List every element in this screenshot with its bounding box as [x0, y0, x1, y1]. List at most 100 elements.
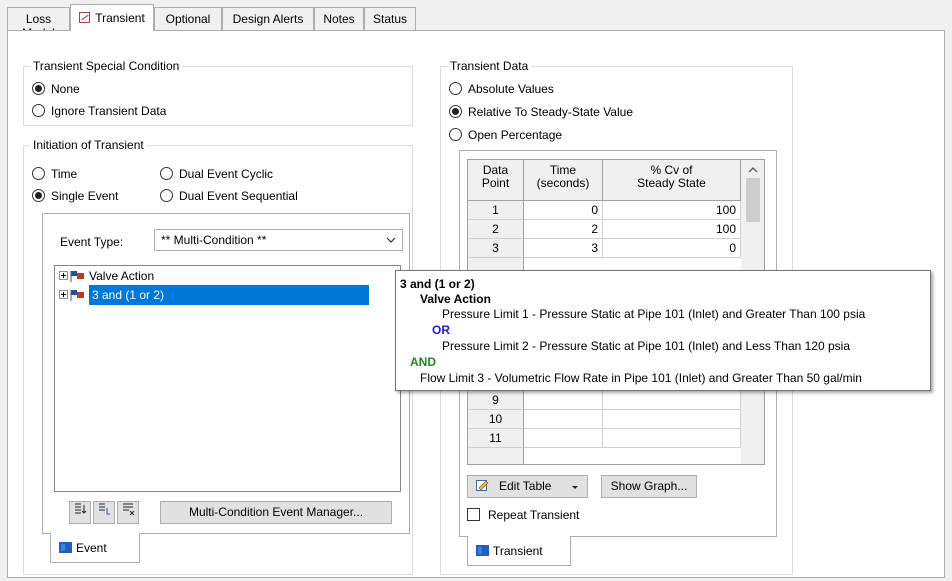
- scroll-thumb[interactable]: [746, 178, 760, 222]
- radio-single-event[interactable]: Single Event: [32, 188, 118, 204]
- tab-optional[interactable]: Optional: [154, 7, 222, 30]
- radio-selected-icon: [449, 105, 462, 118]
- event-flags-icon: [70, 290, 84, 301]
- checkbox-label: Repeat Transient: [488, 508, 580, 522]
- table-cell[interactable]: 0: [603, 239, 741, 258]
- table-cell[interactable]: [603, 391, 741, 410]
- tab-status[interactable]: Status: [364, 7, 416, 30]
- tooltip-group: Valve Action: [420, 292, 491, 306]
- radio-open-percentage[interactable]: Open Percentage: [449, 127, 562, 143]
- row-header: [468, 448, 524, 464]
- event-type-label: Event Type:: [60, 235, 124, 249]
- tooltip-and-operator: AND: [410, 355, 436, 369]
- radio-icon: [449, 128, 462, 141]
- radio-icon: [449, 82, 462, 95]
- table-cell[interactable]: [524, 410, 603, 429]
- radio-label: Relative To Steady-State Value: [468, 105, 633, 119]
- tab-label: Design Alerts: [232, 12, 304, 26]
- chart-icon: [79, 12, 91, 23]
- expand-icon[interactable]: [59, 271, 68, 280]
- add-event-icon: [75, 503, 87, 514]
- event-type-value: ** Multi-Condition **: [161, 233, 267, 247]
- edit-event-icon: [99, 503, 110, 515]
- checkbox-icon: [467, 508, 480, 521]
- tree-item-multi-condition[interactable]: 3 and (1 or 2): [59, 285, 369, 305]
- row-header: 11: [468, 429, 524, 448]
- delete-event-icon: [123, 503, 135, 516]
- transient-flag-icon: [476, 545, 489, 556]
- table-cell[interactable]: [603, 410, 741, 429]
- radio-label: Dual Event Sequential: [179, 189, 298, 203]
- row-header: 10: [468, 410, 524, 429]
- bottom-tab-label: Event: [76, 541, 107, 555]
- table-cell[interactable]: 100: [603, 220, 741, 239]
- radio-icon: [32, 104, 45, 117]
- tab-design-alerts[interactable]: Design Alerts: [222, 7, 314, 30]
- tree-item-label: Valve Action: [89, 269, 155, 283]
- radio-label: Open Percentage: [468, 128, 563, 142]
- event-tooltip: 3 and (1 or 2) Valve Action Pressure Lim…: [395, 270, 931, 391]
- column-header-cv: % Cv of Steady State: [603, 160, 741, 201]
- edit-table-icon: [476, 480, 489, 491]
- radio-absolute-values[interactable]: Absolute Values: [449, 81, 554, 97]
- edit-event-button[interactable]: [93, 501, 115, 524]
- tooltip-condition-1: Pressure Limit 1 - Pressure Static at Pi…: [442, 307, 866, 321]
- radio-label: Ignore Transient Data: [51, 104, 167, 118]
- initiation-group: Initiation of Transient Time Dual Event …: [23, 138, 413, 575]
- tree-item-label: 3 and (1 or 2): [89, 285, 369, 305]
- special-condition-group: Transient Special Condition None Ignore …: [23, 59, 413, 126]
- tab-transient[interactable]: Transient: [70, 4, 154, 31]
- table-cell[interactable]: [603, 429, 741, 448]
- tooltip-title: 3 and (1 or 2): [400, 277, 475, 291]
- repeat-transient-checkbox[interactable]: Repeat Transient: [467, 507, 579, 523]
- event-tree[interactable]: Valve Action 3 and (1 or 2): [54, 265, 401, 492]
- dropdown-arrow-icon: [572, 486, 578, 489]
- scroll-up-icon[interactable]: [741, 162, 765, 178]
- radio-dual-event-cyclic[interactable]: Dual Event Cyclic: [160, 166, 273, 182]
- table-cell[interactable]: [524, 429, 603, 448]
- row-header: 3: [468, 239, 524, 258]
- radio-icon: [160, 167, 173, 180]
- transient-bottom-tab[interactable]: Transient: [467, 536, 571, 566]
- chevron-down-icon: [386, 237, 396, 243]
- tab-notes[interactable]: Notes: [314, 7, 364, 30]
- event-bottom-tab[interactable]: Event: [50, 533, 140, 563]
- event-type-select[interactable]: ** Multi-Condition **: [154, 229, 403, 251]
- event-panel: Event Type: ** Multi-Condition ** Valve …: [42, 213, 410, 534]
- tree-item-valve-action[interactable]: Valve Action: [59, 267, 154, 285]
- delete-event-button[interactable]: [117, 501, 139, 524]
- radio-dual-event-sequential[interactable]: Dual Event Sequential: [160, 188, 298, 204]
- radio-icon: [160, 189, 173, 202]
- table-cell[interactable]: 3: [524, 239, 603, 258]
- tooltip-or-operator: OR: [432, 323, 450, 337]
- column-header-time: Time (seconds): [524, 160, 603, 201]
- show-graph-button[interactable]: Show Graph...: [601, 475, 697, 498]
- multi-condition-event-manager-button[interactable]: Multi-Condition Event Manager...: [160, 501, 392, 524]
- radio-label: None: [51, 82, 80, 96]
- table-cell[interactable]: 100: [603, 201, 741, 220]
- column-header-data-point: Data Point: [468, 160, 524, 201]
- add-event-button[interactable]: [69, 501, 91, 524]
- radio-time[interactable]: Time: [32, 166, 77, 182]
- tab-loss-model[interactable]: Loss Model: [7, 7, 70, 40]
- tab-label: Notes: [323, 12, 355, 26]
- table-cell[interactable]: 0: [524, 201, 603, 220]
- radio-selected-icon: [32, 189, 45, 202]
- row-header: 1: [468, 201, 524, 220]
- radio-relative-to-steady-state[interactable]: Relative To Steady-State Value: [449, 104, 633, 120]
- tab-label: Transient: [95, 11, 145, 25]
- radio-label: Dual Event Cyclic: [179, 167, 274, 181]
- row-header: 2: [468, 220, 524, 239]
- radio-ignore-transient-data[interactable]: Ignore Transient Data: [32, 103, 166, 119]
- edit-table-label: Edit Table: [499, 479, 552, 493]
- radio-none[interactable]: None: [32, 81, 80, 97]
- tooltip-condition-3: Flow Limit 3 - Volumetric Flow Rate in P…: [420, 371, 862, 385]
- table-cell[interactable]: [524, 391, 603, 410]
- radio-selected-icon: [32, 82, 45, 95]
- radio-label: Time: [51, 167, 78, 181]
- table-cell[interactable]: 2: [524, 220, 603, 239]
- edit-table-button[interactable]: Edit Table: [467, 475, 588, 498]
- expand-icon[interactable]: [59, 290, 68, 299]
- radio-icon: [32, 167, 45, 180]
- radio-label: Single Event: [51, 189, 119, 203]
